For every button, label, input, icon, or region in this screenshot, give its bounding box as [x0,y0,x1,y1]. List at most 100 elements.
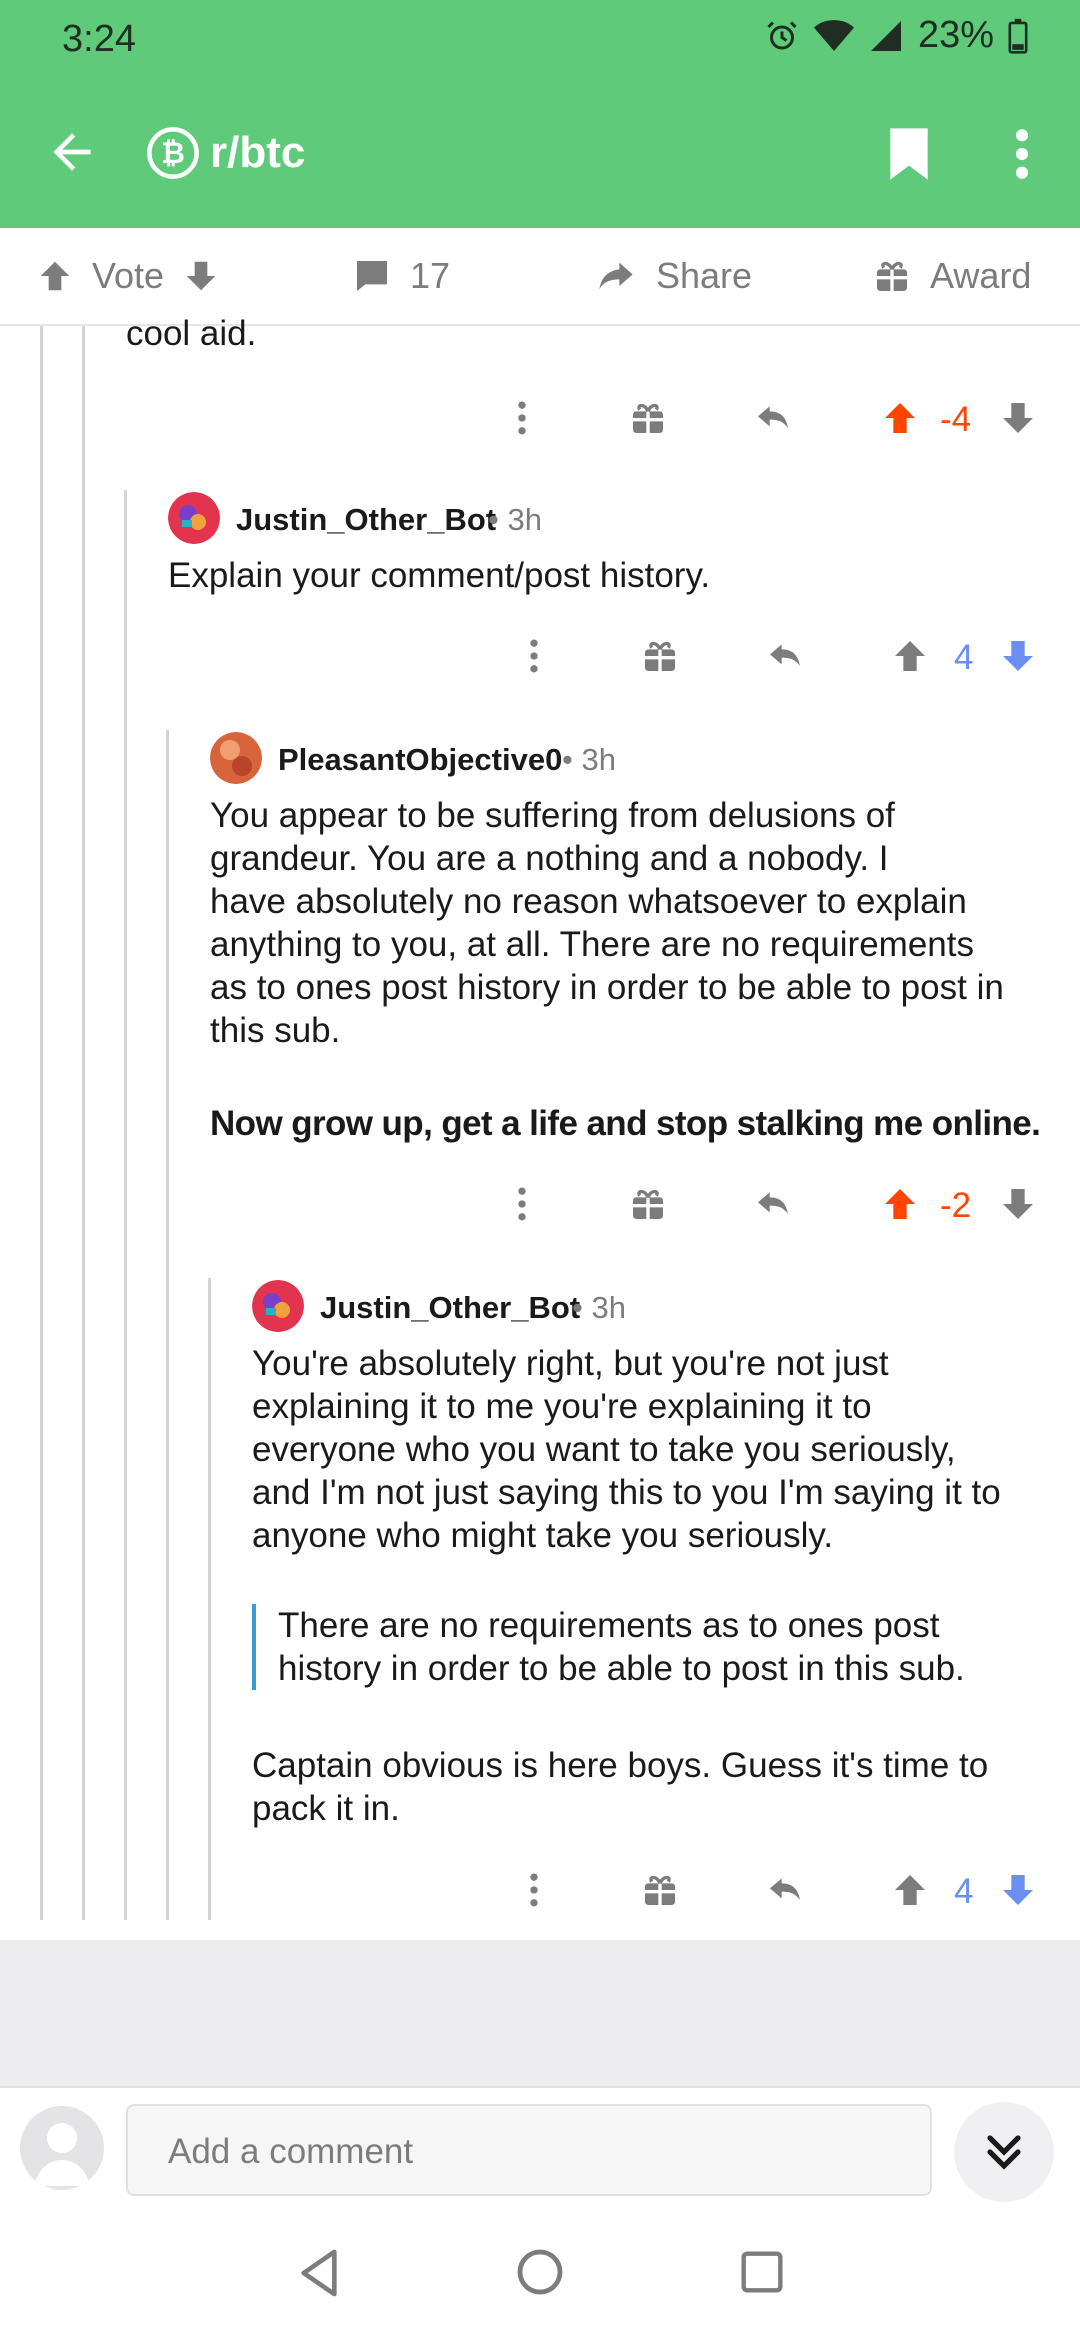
comment-line: anyone who might take you seriously. [252,1516,834,1555]
comment-line: everyone who you want to take you seriou… [252,1430,956,1469]
comment-line: explaining it to me you're explaining it… [252,1387,872,1426]
comment-body: Explain your comment/post history. [168,556,711,595]
comment-line: and I'm not just saying this to you I'm … [252,1473,1001,1512]
comments-button[interactable]: 17 [352,228,450,324]
downvote-icon[interactable] [998,398,1038,438]
comment-line: anything to you, at all. There are no re… [210,925,974,964]
comment-tail: Captain obvious is here boys. Guess it's… [252,1744,988,1830]
avatar[interactable] [252,1280,304,1332]
comment-line: grandeur. You are a nothing and a nobody… [210,839,889,878]
avatar[interactable] [168,492,220,544]
reply-icon[interactable] [764,1870,806,1910]
downvote-icon[interactable] [998,1184,1038,1224]
upvote-icon[interactable] [880,398,920,438]
more-options-icon[interactable] [506,1182,538,1226]
thread-rail-1 [40,326,43,1920]
nav-back-icon[interactable] [296,2248,342,2298]
svg-text:₿: ₿ [161,138,185,170]
comment-composer: Add a comment [0,2086,1080,2208]
comment-line: have absolutely no reason whatsoever to … [210,882,967,921]
add-comment-input[interactable]: Add a comment [126,2104,932,2196]
comment-line: Captain obvious is here boys. Guess it's… [252,1746,989,1785]
avatar[interactable] [210,732,262,784]
collapse-button[interactable] [954,2102,1054,2202]
vote-label: Vote [92,255,165,296]
comment-author[interactable]: Justin_Other_Bot [320,1290,580,1326]
comment-body: You're absolutely right, but you're not … [252,1342,1001,1557]
more-options-icon[interactable] [518,1868,550,1912]
post-downvote-button[interactable] [182,256,220,296]
wifi-icon [813,18,854,54]
bookmark-icon [884,126,934,182]
post-vote-group: Vote [36,228,220,324]
more-vertical-icon [1004,126,1040,182]
comment-score: -4 [940,400,972,439]
thread-rail-5 [208,1278,211,1920]
comment-bold-line: Now grow up, get a life and stop stalkin… [210,1104,1041,1143]
comment-line: pack it in. [252,1789,400,1828]
block-quote: There are no requirements as to ones pos… [252,1604,965,1690]
comment-author[interactable]: PleasantObjective0 [278,742,562,778]
comment-bubble-icon [352,256,392,296]
comment-age: • 3h [488,502,542,537]
thread-rail-2 [82,326,85,1920]
comment-score: -2 [940,1186,972,1225]
comment-line: You're absolutely right, but you're not … [252,1344,889,1383]
comment-line: this sub. [210,1011,341,1050]
overflow-menu-button[interactable] [1004,126,1040,182]
status-icons: 23% [764,14,1028,57]
quote-line: history in order to be able to post in t… [278,1649,965,1688]
downvote-icon[interactable] [998,1870,1038,1910]
alarm-icon [764,18,800,54]
upvote-icon[interactable] [890,1870,930,1910]
comment-age-value: 3h [591,1290,626,1325]
award-gift-icon[interactable] [640,636,680,676]
upvote-icon[interactable] [880,1184,920,1224]
upvote-icon[interactable] [890,636,930,676]
post-upvote-button[interactable] [36,256,74,296]
more-options-icon[interactable] [506,396,538,440]
subreddit-title[interactable]: r/btc [210,128,305,178]
comment-age-value: 3h [581,742,616,777]
thread-end-spacer [0,1940,1080,2086]
comment-body: You appear to be suffering from delusion… [210,794,1004,1052]
downvote-icon[interactable] [998,636,1038,676]
comment-line: You appear to be suffering from delusion… [210,796,895,835]
reply-icon[interactable] [752,1184,794,1224]
thread-rail-4 [166,730,169,1920]
back-button[interactable] [44,124,100,180]
comment-age: • 3h [562,742,616,777]
award-gift-icon[interactable] [628,1184,668,1224]
cell-signal-icon [868,18,904,54]
back-arrow-icon [44,124,100,180]
nav-recents-icon[interactable] [740,2250,784,2294]
comment-age: • 3h [572,1290,626,1325]
app-header: 3:24 23% ₿ r/btc [0,0,1080,228]
reply-icon[interactable] [764,636,806,676]
bitcoin-icon: ₿ [146,126,200,180]
battery-percent: 23% [917,14,994,56]
status-time: 3:24 [62,18,136,60]
comment-age-value: 3h [507,502,542,537]
bookmark-button[interactable] [884,126,934,182]
battery-icon [1008,18,1028,54]
quote-line: There are no requirements as to ones pos… [278,1606,940,1645]
share-arrow-icon [594,256,638,296]
system-nav-bar [0,2206,1080,2340]
comment-line: as to ones post history in order to be a… [210,968,1004,1007]
reply-icon[interactable] [752,398,794,438]
comment-author[interactable]: Justin_Other_Bot [236,502,496,538]
share-button[interactable]: Share [594,228,752,324]
share-label: Share [656,255,753,296]
more-options-icon[interactable] [518,634,550,678]
award-label: Award [930,255,1032,296]
double-chevron-down-icon [980,2128,1028,2176]
comment-count: 17 [410,255,451,296]
comment-score: 4 [954,638,974,677]
award-gift-icon[interactable] [640,1870,680,1910]
award-gift-icon[interactable] [628,398,668,438]
gift-icon [872,256,912,296]
award-button[interactable]: Award [872,228,1031,324]
nav-home-icon[interactable] [516,2248,564,2296]
user-avatar[interactable] [20,2106,104,2190]
